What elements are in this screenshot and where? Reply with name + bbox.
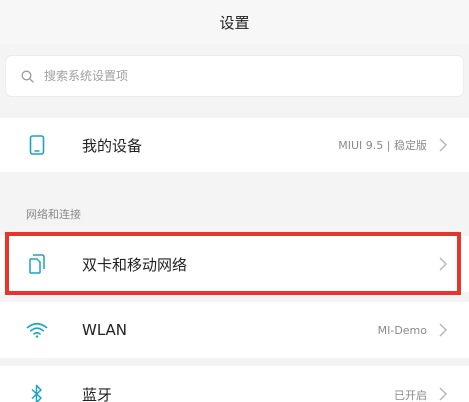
settings-item-bluetooth[interactable]: 蓝牙 已开启 [0,366,469,402]
chevron-right-icon [437,385,449,402]
settings-item-value: MIUI 9.5 | 稳定版 [338,139,427,152]
settings-item-wlan[interactable]: WLAN MI-Demo [0,302,469,358]
search-input[interactable] [44,69,424,83]
sim-card-icon [26,253,48,275]
settings-item-value: 已开启 [394,389,427,402]
search-section [0,52,469,100]
chevron-right-icon [437,255,449,273]
search-box[interactable] [6,56,463,96]
settings-item-my-device[interactable]: 我的设备 MIUI 9.5 | 稳定版 [0,118,469,172]
section-header-network: 网络和连接 [26,208,81,221]
chevron-right-icon [437,136,449,154]
settings-item-label: 双卡和移动网络 [82,255,188,274]
phone-icon [26,134,48,156]
settings-item-label: 蓝牙 [82,386,113,402]
title-bar: 设置 [0,0,469,44]
settings-screen: 设置 我的设备 MIUI 9.5 | 稳定版 [0,0,469,402]
settings-item-label: 我的设备 [82,136,143,155]
search-icon [20,69,34,83]
wifi-icon [26,319,48,341]
settings-item-value: MI-Demo [377,323,427,337]
settings-item-label: WLAN [82,321,128,339]
chevron-right-icon [437,321,449,339]
bluetooth-icon [26,383,48,402]
page-title: 设置 [219,13,250,32]
settings-item-dual-sim[interactable]: 双卡和移动网络 [0,236,469,292]
